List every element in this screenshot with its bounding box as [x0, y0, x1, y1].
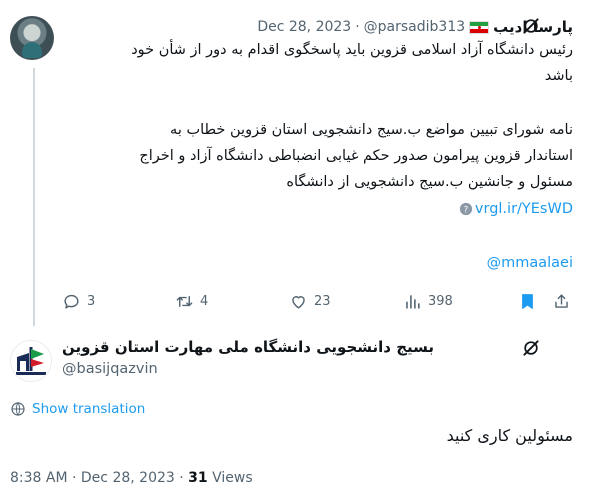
tweet-link[interactable]: vrgl.ir/YEsWD — [475, 201, 573, 217]
show-translation-button[interactable]: Show translation — [10, 399, 145, 419]
share-icon — [555, 293, 568, 308]
author-name[interactable]: بسیج دانشجویی دانشگاه ملی مهارت استان قز… — [62, 338, 434, 360]
views-label: Views — [212, 470, 253, 486]
bookmark-button[interactable] — [518, 290, 537, 312]
retweet-icon — [176, 295, 193, 307]
tweet-text-line: نامه شورای تبیین مواضع ب.سیج دانشجویی اس… — [170, 122, 573, 138]
author-handle[interactable]: @basijqazvin — [62, 361, 158, 377]
dot-separator: · — [179, 470, 184, 486]
author-handle[interactable]: @parsadib313 — [364, 19, 465, 35]
dot-separator: · — [355, 19, 360, 35]
tweet-text-line: رئیس دانشگاه آزاد اسلامی قزوین باید پاسخ… — [131, 42, 573, 58]
retweet-button[interactable]: 4 — [175, 290, 208, 312]
globe-icon — [11, 402, 25, 416]
grok-icon[interactable] — [521, 16, 541, 36]
reply-button[interactable]: 3 — [62, 290, 95, 312]
share-button[interactable] — [552, 290, 571, 312]
views-count: 398 — [428, 293, 453, 309]
link-warning-icon: ? — [459, 202, 473, 216]
retweet-count: 4 — [200, 293, 209, 309]
tweet-link-row: ? vrgl.ir/YEsWD — [459, 197, 573, 221]
reply-icon — [64, 294, 79, 309]
like-icon — [292, 295, 305, 309]
tweet-date[interactable]: Dec 28, 2023 — [81, 470, 175, 486]
like-count: 23 — [314, 293, 331, 309]
thread-connector-line — [33, 68, 35, 326]
bookmark-icon — [522, 293, 533, 309]
show-translation-label[interactable]: Show translation — [32, 401, 145, 417]
avatar[interactable] — [10, 340, 52, 382]
mention-link[interactable]: @mmaalaei — [487, 251, 573, 275]
tweet-time[interactable]: 8:38 AM — [10, 470, 68, 486]
tweet-date[interactable]: Dec 28, 2023 — [257, 19, 351, 35]
views-count: 31 — [188, 470, 208, 486]
avatar[interactable] — [10, 16, 54, 60]
iran-flag-icon — [469, 20, 490, 34]
like-button[interactable]: 23 — [289, 290, 331, 312]
grok-icon[interactable] — [521, 338, 541, 358]
tweet-text-line: استاندار قزوین پیرامون صدور حکم غیابی ان… — [139, 148, 573, 164]
tweet-text-line: مسئول و جانشین ب.سیج دانشجویی از دانشگاه — [286, 174, 573, 190]
tweet-text-line: باشد — [544, 68, 573, 84]
basij-logo — [11, 341, 51, 381]
svg-text:?: ? — [464, 206, 469, 216]
dot-separator: · — [72, 470, 77, 486]
views-button[interactable]: 398 — [403, 290, 453, 312]
views-icon — [406, 294, 420, 309]
reply-count: 3 — [87, 293, 96, 309]
tweet-text: مسئولین کاری کنید — [446, 426, 573, 445]
tweet-meta: 8:38 AM · Dec 28, 2023 · 31 Views — [10, 470, 253, 486]
